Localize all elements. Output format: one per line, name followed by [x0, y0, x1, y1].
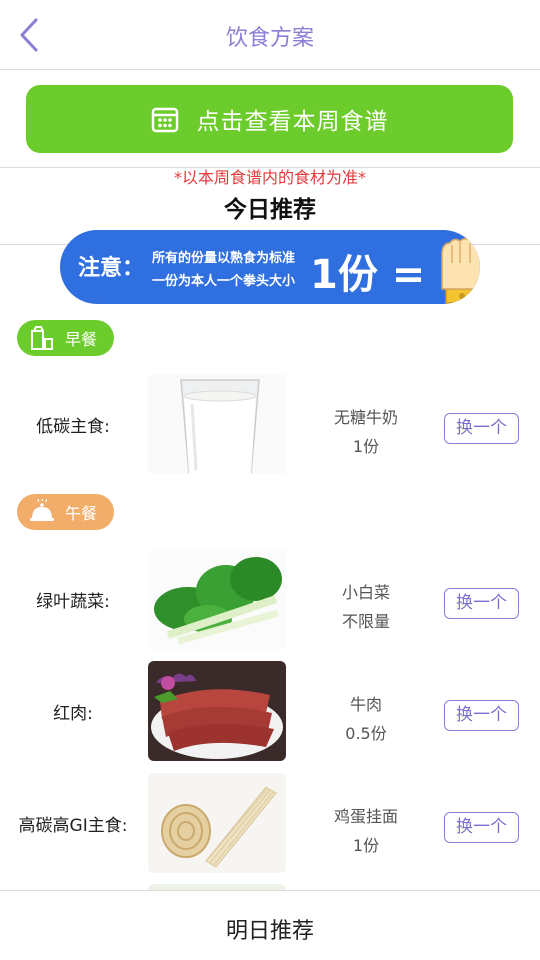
food-row: 红肉: 牛肉 0.5份 换一个: [0, 661, 540, 761]
notice-text: *以本周食谱内的食材为准*: [173, 168, 366, 187]
view-week-menu-label: 点击查看本周食谱: [196, 109, 389, 135]
food-category: 低碳主食:: [36, 417, 110, 437]
meal-label-lunch: 午餐: [65, 504, 98, 523]
section-title-today: 今日推荐: [224, 197, 316, 223]
meal-label-breakfast: 早餐: [65, 330, 98, 349]
calendar-icon: [151, 107, 178, 133]
food-category: 绿叶蔬菜:: [36, 592, 110, 612]
food-image-noodles: [148, 773, 286, 873]
food-category: 高碳高GI主食:: [18, 816, 128, 836]
food-name: 小白菜: [341, 583, 390, 602]
food-image-bok-choy: [148, 549, 286, 649]
food-row: 高碳高GI主食: 鸡蛋挂面 1份 换一个: [0, 773, 540, 873]
tomorrow-recommend-label: 明日推荐: [225, 919, 314, 944]
banner-label: 注意：: [78, 256, 145, 281]
top-bar: 饮食方案: [0, 0, 540, 70]
meal-tag-breakfast: 早餐: [17, 320, 114, 356]
swap-button[interactable]: 换一个: [444, 812, 519, 843]
food-amount: 不限量: [341, 612, 390, 631]
food-image-beef: [148, 661, 286, 761]
swap-button[interactable]: 换一个: [444, 700, 519, 731]
cloche-icon: [30, 499, 54, 521]
food-image-milk: [148, 374, 286, 474]
meal-tag-lunch: 午餐: [17, 494, 114, 530]
food-amount: 0.5份: [345, 724, 387, 743]
view-week-menu-button[interactable]: 点击查看本周食谱: [26, 85, 513, 153]
food-category: 红肉:: [53, 704, 93, 724]
food-name: 鸡蛋挂面: [333, 807, 398, 826]
milk-icon: [31, 326, 53, 350]
banner-portion: 1份 =: [310, 252, 426, 298]
swap-button[interactable]: 换一个: [444, 413, 519, 444]
page-title: 饮食方案: [225, 26, 314, 51]
swap-button[interactable]: 换一个: [444, 588, 519, 619]
portion-banner: 注意： 所有的份量以熟食为标准 一份为本人一个拳头大小 1份 =: [60, 230, 480, 304]
banner-line-1: 所有的份量以熟食为标准: [152, 251, 296, 266]
food-row: 低碳主食: 无糖牛奶 1份 换一个: [0, 374, 540, 474]
food-amount: 1份: [352, 437, 380, 456]
fist-icon: [441, 238, 480, 304]
food-amount: 1份: [352, 836, 380, 855]
food-row: 绿叶蔬菜: 小白菜 不限量 换一个: [0, 549, 540, 649]
food-name: 牛肉: [349, 695, 382, 714]
tomorrow-recommend-button[interactable]: 明日推荐: [0, 890, 540, 960]
banner-line-2: 一份为本人一个拳头大小: [152, 274, 296, 289]
food-name: 无糖牛奶: [333, 408, 398, 427]
